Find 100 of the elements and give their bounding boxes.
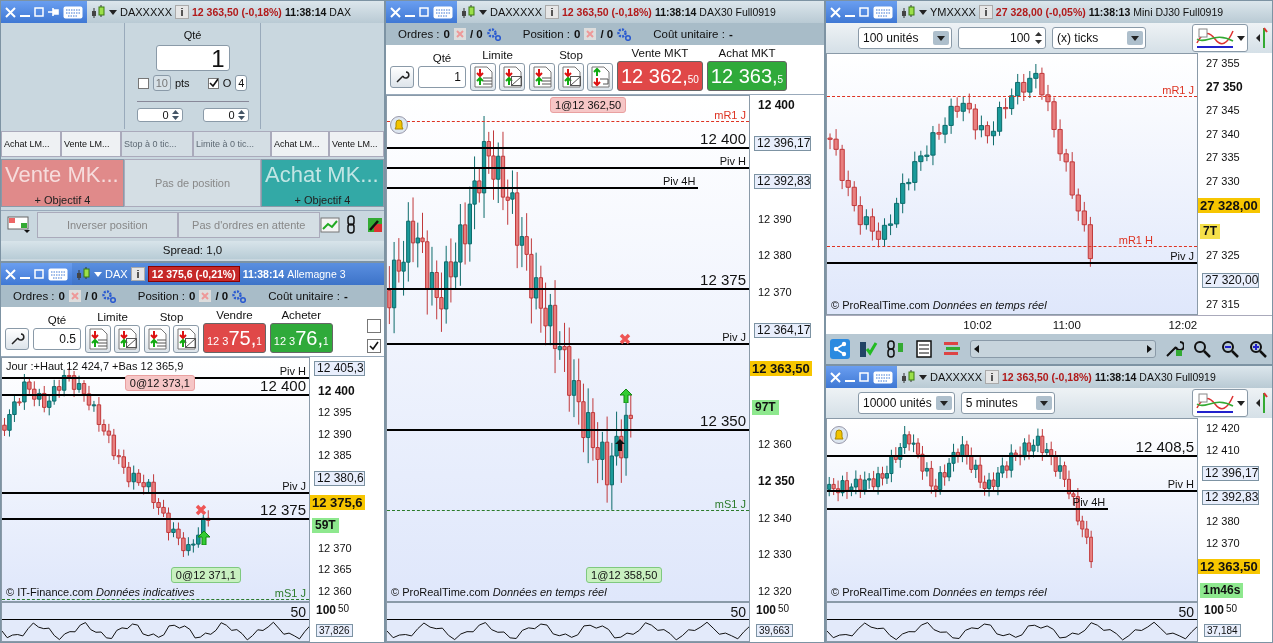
order-tag[interactable]: 1@12 358,50 (586, 567, 663, 583)
maximize-icon[interactable] (859, 372, 869, 382)
maximize-icon[interactable] (34, 7, 44, 17)
dropdown[interactable]: 10000 unités (858, 392, 955, 414)
wrench-icon[interactable] (1164, 339, 1184, 359)
quantity-field[interactable]: 1 (155, 45, 230, 71)
info-icon[interactable] (978, 5, 993, 19)
chart-plot[interactable]: mR1 J mR1 H Piv J © ProRealTime.com Données en temps réel (826, 53, 1198, 315)
symbol-name[interactable]: DAXXXXX (930, 371, 982, 383)
o-field[interactable]: 4 (235, 75, 248, 91)
info-icon[interactable] (544, 5, 559, 19)
candlestick-icon[interactable] (900, 4, 916, 20)
maximize-icon[interactable] (859, 7, 869, 17)
close-icon[interactable] (5, 268, 16, 280)
spin-arrows-icon[interactable] (236, 110, 246, 120)
close-icon[interactable] (830, 371, 841, 383)
caret-icon[interactable] (479, 9, 487, 15)
chart-icon[interactable] (320, 215, 340, 234)
sell-market-button[interactable]: Vente MK... + Objectif 4 (1, 159, 124, 208)
bell-icon[interactable] (830, 426, 848, 445)
order-icon-button[interactable] (558, 63, 584, 91)
spin-arrows-icon[interactable] (1034, 31, 1043, 45)
keyboard-icon[interactable] (873, 370, 893, 384)
dropdown[interactable]: 100 unités (858, 27, 952, 49)
horizontal-scrollbar[interactable] (970, 340, 1156, 358)
spinner-field[interactable]: 0 (202, 108, 249, 122)
dropdown-arrow-icon[interactable] (1131, 35, 1139, 41)
maximize-icon[interactable] (34, 269, 44, 279)
order-icon-button[interactable] (587, 63, 613, 91)
keyboard-icon[interactable] (873, 5, 893, 19)
document-icon[interactable] (914, 339, 934, 359)
symbol-name[interactable]: DAX (105, 268, 128, 280)
caret-icon[interactable] (1237, 35, 1245, 41)
gears-icon[interactable] (617, 27, 632, 41)
dropdown-arrow-icon[interactable] (939, 400, 948, 406)
order-tag[interactable]: 0@12 373,1 (124, 375, 195, 391)
candlestick-icon[interactable] (75, 266, 91, 282)
chart-plot[interactable]: mR1 J 12 400 Piv H Piv 4H 12 375 Piv J 12 350 mS1 J 1@12 362,50 1@12 358,50 © ProRealTime.com Données en temps réel (386, 95, 750, 602)
order-tag[interactable]: 1@12 362,50 (549, 97, 627, 113)
close-icon[interactable] (390, 6, 401, 18)
order-button[interactable]: Vente LM... (329, 131, 384, 158)
symbol-name[interactable]: YMXXXX (930, 6, 976, 18)
link-icon[interactable] (886, 339, 906, 359)
bell-icon[interactable] (390, 116, 408, 135)
quantity-field[interactable]: 0.5 (33, 328, 81, 350)
share-icon[interactable] (830, 339, 850, 359)
caret-icon[interactable] (919, 9, 927, 15)
candlestick-icon[interactable] (900, 369, 916, 385)
order-button[interactable]: Vente LM... (61, 131, 121, 158)
arrows-icon[interactable] (1254, 391, 1268, 415)
order-icon-button[interactable] (173, 325, 199, 353)
order-icon-button[interactable] (529, 63, 555, 91)
arrows-icon[interactable] (1254, 26, 1268, 50)
gears-icon[interactable] (232, 289, 247, 303)
pin-icon[interactable] (48, 7, 59, 17)
order-icon-button[interactable] (470, 63, 496, 91)
zoom-fit-icon[interactable] (1192, 339, 1212, 359)
caret-icon[interactable] (919, 374, 927, 380)
caret-icon[interactable] (1237, 400, 1245, 406)
info-icon[interactable] (984, 370, 999, 384)
checklist-icon[interactable] (858, 339, 878, 359)
maximize-icon[interactable] (419, 7, 429, 17)
spinner-field[interactable]: 0 (136, 108, 183, 122)
candlestick-icon[interactable] (460, 4, 476, 20)
dropdown[interactable]: 5 minutes (960, 392, 1055, 414)
close-icon[interactable] (5, 6, 16, 18)
tools-icon[interactable] (366, 215, 384, 234)
order-icon-button[interactable] (85, 325, 111, 353)
grid-icon[interactable] (7, 215, 31, 234)
dropdown-arrow-icon[interactable] (1039, 400, 1048, 406)
zoom-in-icon[interactable] (1248, 339, 1268, 359)
caret-icon[interactable] (109, 9, 117, 15)
option-checkbox[interactable] (367, 339, 381, 353)
symbol-name[interactable]: DAXXXXX (490, 6, 542, 18)
keyboard-icon[interactable] (63, 5, 83, 19)
indicator-button[interactable] (1192, 24, 1248, 52)
quantity-field[interactable]: 1 (418, 66, 466, 88)
order-tag[interactable]: 0@12 371,1 (170, 567, 241, 583)
keyboard-icon[interactable] (433, 5, 453, 19)
order-button[interactable]: Achat LM... (271, 131, 329, 158)
dropdown[interactable]: (x) ticks (1052, 27, 1146, 49)
buy-market-button[interactable]: Achat MK... + Objectif 4 (261, 159, 384, 208)
indicator-button[interactable] (1192, 389, 1248, 417)
order-icon-button[interactable] (499, 63, 525, 91)
points-field[interactable]: 10 (152, 75, 171, 91)
gears-icon[interactable] (101, 289, 116, 303)
gears-icon[interactable] (486, 27, 501, 41)
info-icon[interactable] (174, 5, 189, 19)
symbol-name[interactable]: DAXXXXX (120, 6, 172, 18)
o-checkbox[interactable] (207, 77, 219, 89)
points-checkbox[interactable] (137, 77, 149, 89)
info-icon[interactable] (130, 267, 145, 281)
zoom-out-icon[interactable] (1220, 339, 1240, 359)
spin-arrows-icon[interactable] (170, 110, 180, 120)
order-icon-button[interactable] (114, 325, 140, 353)
dropdown-arrow-icon[interactable] (937, 35, 945, 41)
order-icon-button[interactable] (144, 325, 170, 353)
keyboard-icon[interactable] (48, 267, 68, 281)
spinner-field[interactable]: 100 (958, 27, 1046, 49)
chart-plot[interactable]: Piv H 12 400 Piv J 12 375 mS1 J Jour :+Haut 12 424,7 +Bas 12 365,9 0@12 373,1 0@12 371,1 © IT-Finance.com Données indicatives (1, 357, 310, 602)
